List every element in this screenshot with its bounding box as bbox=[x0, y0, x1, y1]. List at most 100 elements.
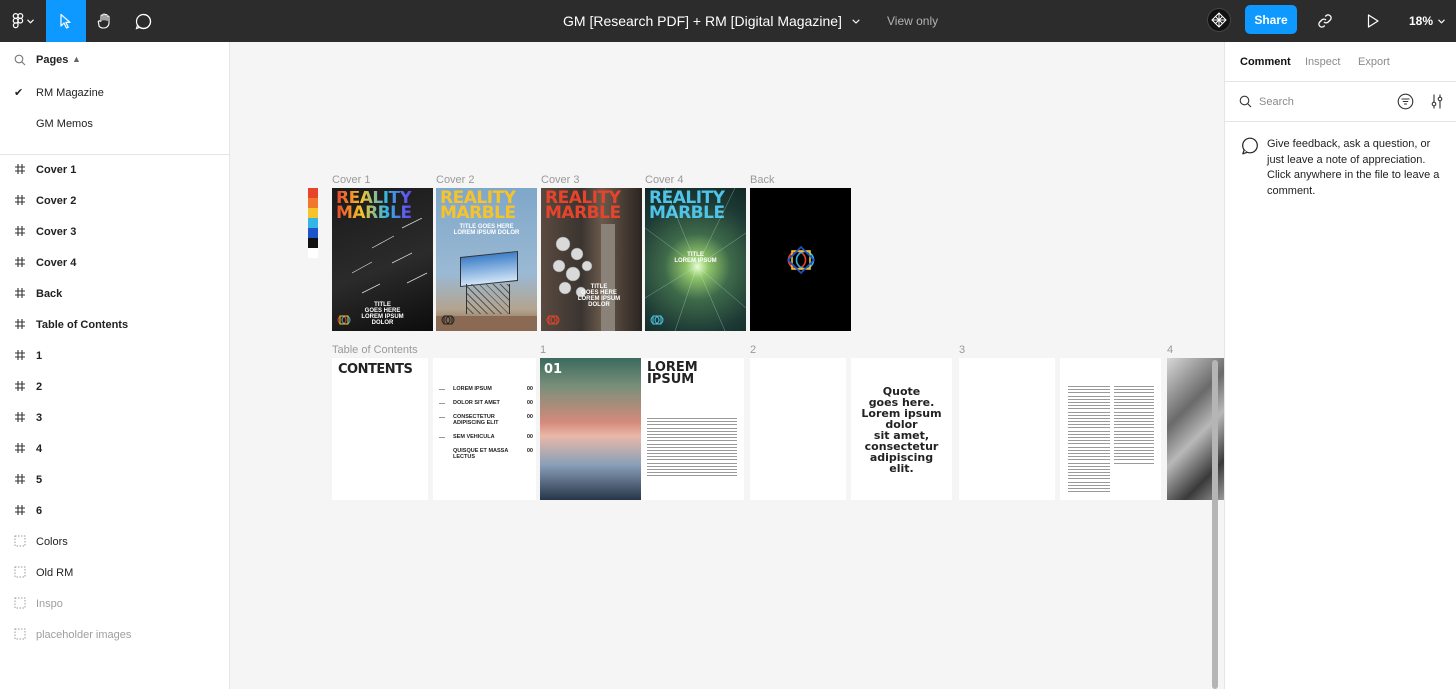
layer-item-1[interactable]: 1 bbox=[0, 343, 229, 369]
cover-title: REALITY MARBLE bbox=[545, 188, 621, 223]
toc-entry: CONSECTETUR ADIPISCING ELIT 00 bbox=[439, 414, 533, 428]
layer-label: 3 bbox=[36, 412, 43, 424]
page-item-gm-memos[interactable]: GM Memos bbox=[0, 111, 229, 137]
frame-label-cover-4[interactable]: Cover 4 bbox=[645, 174, 684, 186]
frame-back[interactable] bbox=[750, 188, 851, 331]
frame-label-2[interactable]: 2 bbox=[750, 344, 756, 356]
layer-item-old-rm[interactable]: Old RM bbox=[0, 560, 229, 586]
layer-item-colors[interactable]: Colors bbox=[0, 529, 229, 555]
canvas[interactable]: Cover 1 Cover 2 Cover 3 Cover 4 Back REA… bbox=[230, 42, 1224, 689]
color-swatch[interactable] bbox=[308, 238, 318, 248]
page-item-rm-magazine[interactable]: ✔ RM Magazine bbox=[0, 80, 229, 106]
layer-item-cover-3[interactable]: Cover 3 bbox=[0, 219, 229, 245]
play-icon bbox=[1367, 14, 1379, 28]
search-icon[interactable] bbox=[14, 54, 26, 66]
layer-item-3[interactable]: 3 bbox=[0, 405, 229, 431]
layer-label: Cover 2 bbox=[36, 195, 77, 207]
frame-cover-3[interactable]: REALITY MARBLE TITLE GOES HERE LOREM IPS… bbox=[541, 188, 642, 331]
pages-header[interactable]: Pages ▲ bbox=[0, 50, 230, 72]
layer-item-table-of-contents[interactable]: Table of Contents bbox=[0, 312, 229, 338]
frame-hash-icon bbox=[14, 194, 26, 206]
color-swatch[interactable] bbox=[308, 188, 318, 198]
color-swatch[interactable] bbox=[308, 228, 318, 238]
chevron-down-icon bbox=[1438, 18, 1445, 24]
chevron-up-icon: ▲ bbox=[72, 54, 81, 64]
frame-cover-1[interactable]: REALITY MARBLE TITLE GOES HERE LOREM IPS… bbox=[332, 188, 433, 331]
section-icon bbox=[14, 597, 26, 609]
frame-label-cover-3[interactable]: Cover 3 bbox=[541, 174, 580, 186]
frame-label-1[interactable]: 1 bbox=[540, 344, 546, 356]
present-button[interactable] bbox=[1361, 9, 1385, 33]
layer-item-5[interactable]: 5 bbox=[0, 467, 229, 493]
layer-item-back[interactable]: Back bbox=[0, 281, 229, 307]
frame-3-right[interactable] bbox=[1060, 358, 1161, 500]
layer-item-cover-4[interactable]: Cover 4 bbox=[0, 250, 229, 276]
zoom-level: 18% bbox=[1409, 14, 1434, 28]
color-swatch[interactable] bbox=[308, 248, 318, 258]
tab-inspect[interactable]: Inspect bbox=[1305, 56, 1340, 68]
layer-label: 6 bbox=[36, 505, 43, 517]
frame-3-left[interactable] bbox=[959, 358, 1055, 500]
toc-entry: QUISQUE ET MASSA LECTUS 00 bbox=[453, 448, 533, 460]
search-icon bbox=[1239, 95, 1252, 108]
layer-label: 4 bbox=[36, 443, 43, 455]
frame-label-cover-1[interactable]: Cover 1 bbox=[332, 174, 371, 186]
main-menu-button[interactable] bbox=[0, 0, 46, 42]
layer-label: Back bbox=[36, 288, 63, 300]
layer-item-4[interactable]: 4 bbox=[0, 436, 229, 462]
avatar[interactable] bbox=[1207, 8, 1231, 32]
hand-tool-button[interactable] bbox=[86, 0, 124, 42]
filter-icon[interactable] bbox=[1397, 93, 1414, 110]
layer-item-cover-1[interactable]: Cover 1 bbox=[0, 157, 229, 183]
sliders-icon[interactable] bbox=[1429, 93, 1445, 110]
tab-comment[interactable]: Comment bbox=[1240, 56, 1291, 68]
figma-logo-icon bbox=[12, 13, 24, 29]
share-button[interactable]: Share bbox=[1245, 5, 1297, 34]
frame-hash-icon bbox=[14, 318, 26, 330]
brand-logo-icon bbox=[337, 315, 351, 325]
frame-label-cover-2[interactable]: Cover 2 bbox=[436, 174, 475, 186]
frame-label-toc[interactable]: Table of Contents bbox=[332, 344, 418, 356]
frame-cover-2[interactable]: REALITY MARBLE TITLE GOES HERE LOREM IPS… bbox=[436, 188, 537, 331]
color-swatch[interactable] bbox=[308, 198, 318, 208]
frame-1-left[interactable]: 01 bbox=[540, 358, 641, 500]
zoom-menu-button[interactable]: 18% bbox=[1409, 0, 1445, 42]
layer-item-inspo[interactable]: Inspo bbox=[0, 591, 229, 617]
frame-toc-left[interactable]: CONTENTS bbox=[332, 358, 428, 500]
copy-link-button[interactable] bbox=[1313, 9, 1337, 33]
frame-cover-4[interactable]: REALITY MARBLE TITLE LOREM IPSUM bbox=[645, 188, 746, 331]
layer-label: Inspo bbox=[36, 598, 63, 610]
color-swatch[interactable] bbox=[308, 208, 318, 218]
color-swatch[interactable] bbox=[308, 218, 318, 228]
cover-headline: TITLE LOREM IPSUM bbox=[674, 252, 717, 264]
layer-label: 2 bbox=[36, 381, 43, 393]
vertical-scrollbar[interactable] bbox=[1212, 360, 1218, 689]
file-title-button[interactable]: GM [Research PDF] + RM [Digital Magazine… bbox=[563, 0, 860, 42]
pages-title: Pages bbox=[36, 54, 69, 66]
color-palette[interactable] bbox=[308, 188, 318, 258]
layer-item-cover-2[interactable]: Cover 2 bbox=[0, 188, 229, 214]
tab-export[interactable]: Export bbox=[1358, 56, 1390, 68]
page-label: GM Memos bbox=[36, 118, 93, 130]
comment-tool-button[interactable] bbox=[124, 0, 162, 42]
body-text-block bbox=[647, 418, 737, 479]
layer-item-2[interactable]: 2 bbox=[0, 374, 229, 400]
layer-item-6[interactable]: 6 bbox=[0, 498, 229, 524]
frame-hash-icon bbox=[14, 442, 26, 454]
frame-label-back[interactable]: Back bbox=[750, 174, 774, 186]
move-tool-button[interactable] bbox=[46, 0, 86, 42]
frame-1-right[interactable]: LOREM IPSUM bbox=[641, 358, 744, 500]
frame-2-right[interactable]: Quote goes here. Lorem ipsum dolor sit a… bbox=[851, 358, 952, 500]
toolbar: GM [Research PDF] + RM [Digital Magazine… bbox=[0, 0, 1456, 42]
layer-item-placeholder-images[interactable]: placeholder images bbox=[0, 622, 229, 648]
brand-logo-icon bbox=[546, 315, 560, 325]
toc-title: CONTENTS bbox=[338, 362, 413, 377]
frame-label-4[interactable]: 4 bbox=[1167, 344, 1173, 356]
search-input[interactable]: Search bbox=[1259, 96, 1294, 108]
frame-label-3[interactable]: 3 bbox=[959, 344, 965, 356]
frame-2-left[interactable] bbox=[750, 358, 846, 500]
body-text-column bbox=[1068, 386, 1110, 494]
layer-label: 5 bbox=[36, 474, 43, 486]
cover-title: REALITY MARBLE bbox=[440, 188, 516, 223]
frame-toc-right[interactable]: LOREM IPSUM 00 DOLOR SIT AMET 00 CONSECTET… bbox=[433, 358, 536, 500]
